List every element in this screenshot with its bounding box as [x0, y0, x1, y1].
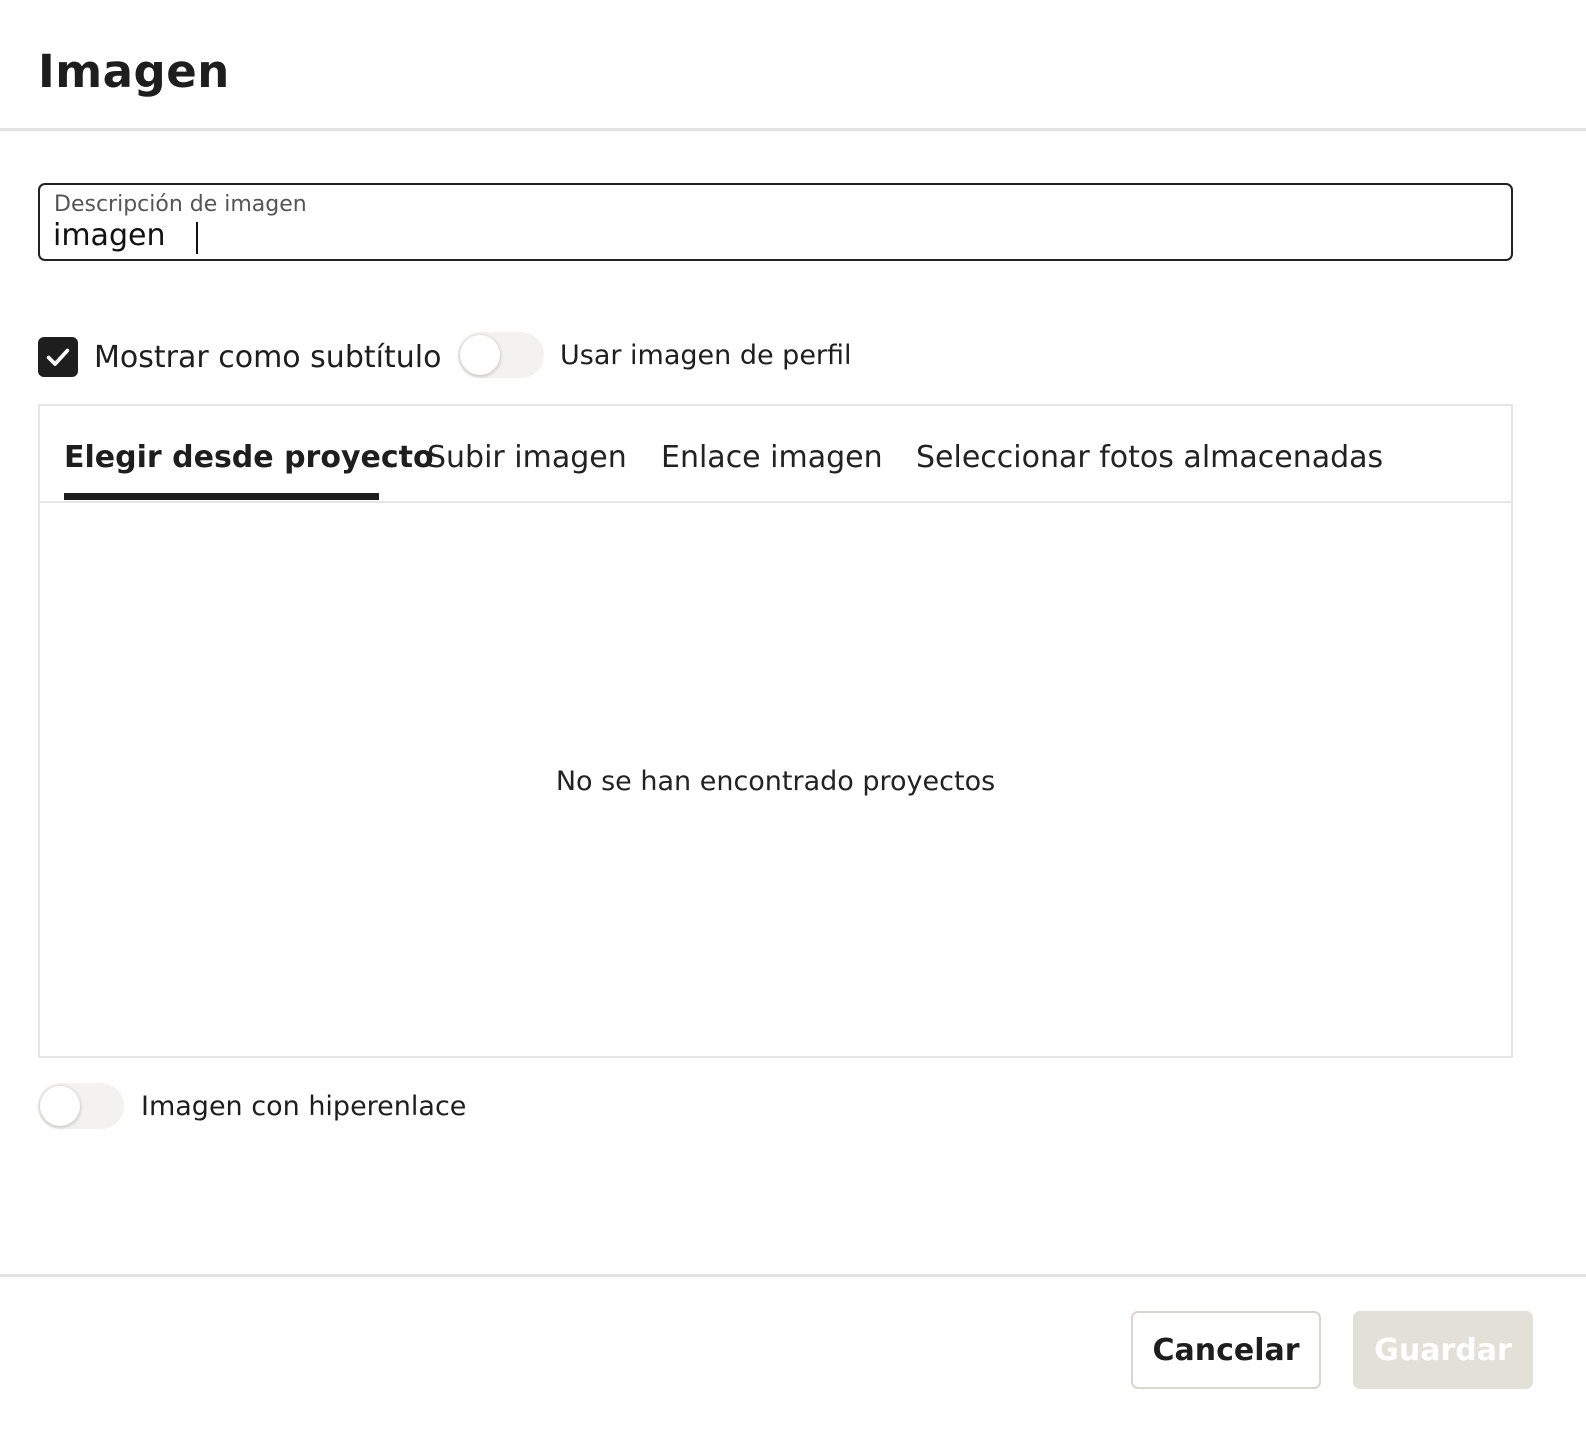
show-caption-checkbox[interactable] — [38, 337, 78, 377]
tab-choose-from-project[interactable]: Elegir desde proyecto — [64, 438, 434, 478]
image-hyperlink-label: Imagen con hiperenlace — [141, 1091, 467, 1122]
image-description-input[interactable] — [53, 217, 1483, 255]
tab-image-link[interactable]: Enlace imagen — [661, 438, 883, 478]
image-options-row: Mostrar como subtítulo Usar imagen de pe… — [38, 332, 938, 382]
show-caption-label: Mostrar como subtítulo — [94, 340, 442, 375]
text-caret — [196, 222, 198, 254]
image-dialog: Imagen Descripción de imagen Mostrar com… — [0, 0, 1586, 1444]
image-hyperlink-toggle[interactable] — [38, 1083, 124, 1129]
image-source-tabs: Elegir desde proyecto Subir imagen Enlac… — [40, 406, 1511, 503]
tab-upload-image[interactable]: Subir imagen — [427, 438, 627, 478]
image-source-panel: Elegir desde proyecto Subir imagen Enlac… — [38, 404, 1513, 1058]
dialog-header: Imagen — [0, 0, 1586, 131]
empty-projects-message: No se han encontrado proyectos — [555, 766, 996, 797]
dialog-footer: Cancelar Guardar — [0, 1274, 1586, 1444]
active-tab-indicator — [64, 493, 379, 500]
cancel-button[interactable]: Cancelar — [1131, 1311, 1321, 1389]
use-profile-image-toggle[interactable] — [458, 332, 544, 378]
toggle-knob — [460, 335, 500, 375]
check-icon — [46, 348, 70, 366]
tab-stored-photos[interactable]: Seleccionar fotos almacenadas — [916, 438, 1383, 478]
image-description-field[interactable]: Descripción de imagen — [38, 183, 1513, 261]
image-description-label: Descripción de imagen — [54, 192, 307, 217]
toggle-knob — [40, 1086, 80, 1126]
dialog-title: Imagen — [38, 45, 230, 98]
save-button[interactable]: Guardar — [1353, 1311, 1533, 1389]
use-profile-image-label: Usar imagen de perfil — [560, 340, 852, 371]
